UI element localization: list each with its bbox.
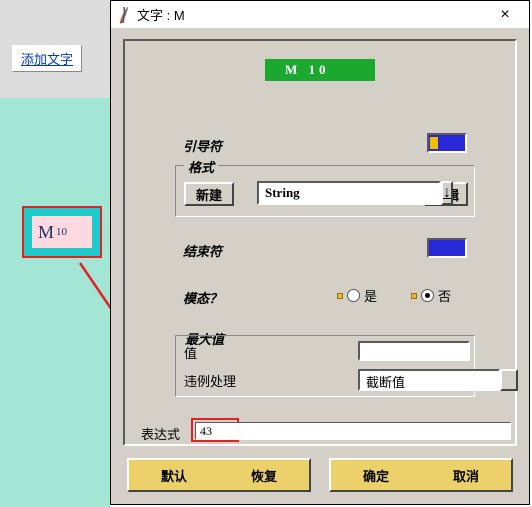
violation-label: 违例处理 (184, 371, 236, 390)
expression-input[interactable] (195, 422, 511, 440)
radio-no[interactable]: 否 (411, 286, 451, 305)
lead-char-color[interactable] (427, 133, 467, 153)
max-value-input[interactable] (358, 341, 470, 361)
radio-circle-icon (421, 289, 434, 302)
radio-yes-label: 是 (364, 286, 377, 305)
format-type-input[interactable] (257, 181, 441, 205)
expression-label: 表达式 (141, 424, 180, 443)
radio-no-label: 否 (438, 286, 451, 305)
lead-char-label: 引导符 (183, 136, 222, 155)
ok-button[interactable]: 确定 (331, 460, 421, 490)
dialog-content: M 10 引导符 格式 新建 编辑 ↓ 结束符 模态？ 是 否 (123, 39, 517, 446)
radio-yes[interactable]: 是 (337, 286, 377, 305)
end-char-color[interactable] (427, 238, 467, 258)
dropdown-icon[interactable]: ↓ (441, 181, 453, 205)
text-dialog: 文字 : M × M 10 引导符 格式 新建 编辑 ↓ 结束符 模态？ 是 (110, 0, 530, 505)
default-button[interactable]: 默认 (129, 460, 219, 490)
restore-button[interactable]: 恢复 (219, 460, 309, 490)
end-char-label: 结束符 (183, 241, 222, 260)
violation-combo[interactable]: 截断值 (358, 369, 518, 391)
app-icon (117, 6, 131, 24)
violation-value: 截断值 (358, 369, 500, 391)
radio-deco-icon (411, 293, 417, 299)
button-row: 默认 恢复 确定 取消 (127, 458, 513, 492)
format-combo[interactable]: ↓ (257, 181, 421, 205)
titlebar[interactable]: 文字 : M × (111, 1, 529, 29)
color-marker-icon (430, 137, 438, 149)
radio-circle-icon (347, 289, 360, 302)
max-group: 值 违例处理 截断值 (175, 335, 475, 397)
selection-letter: M (38, 222, 54, 243)
dialog-title: 文字 : M (137, 5, 487, 24)
selection-inner: M 10 (32, 216, 92, 248)
dropdown-icon[interactable] (500, 369, 518, 391)
button-pair-left: 默认 恢复 (127, 458, 311, 492)
cancel-button[interactable]: 取消 (421, 460, 511, 490)
modal-radio-group: 是 否 (337, 286, 451, 305)
value-label: 值 (184, 343, 197, 362)
header-tag: M 10 (265, 59, 375, 81)
radio-deco-icon (337, 293, 343, 299)
new-button[interactable]: 新建 (184, 182, 234, 206)
modal-label: 模态？ (183, 288, 222, 307)
button-pair-right: 确定 取消 (329, 458, 513, 492)
add-text-button[interactable]: 添加文字 (12, 45, 82, 72)
bg-canvas (0, 98, 110, 507)
selection-number: 10 (56, 226, 67, 238)
format-title: 格式 (184, 157, 218, 176)
selection-marker[interactable]: M 10 (22, 206, 102, 258)
close-icon[interactable]: × (487, 6, 523, 24)
